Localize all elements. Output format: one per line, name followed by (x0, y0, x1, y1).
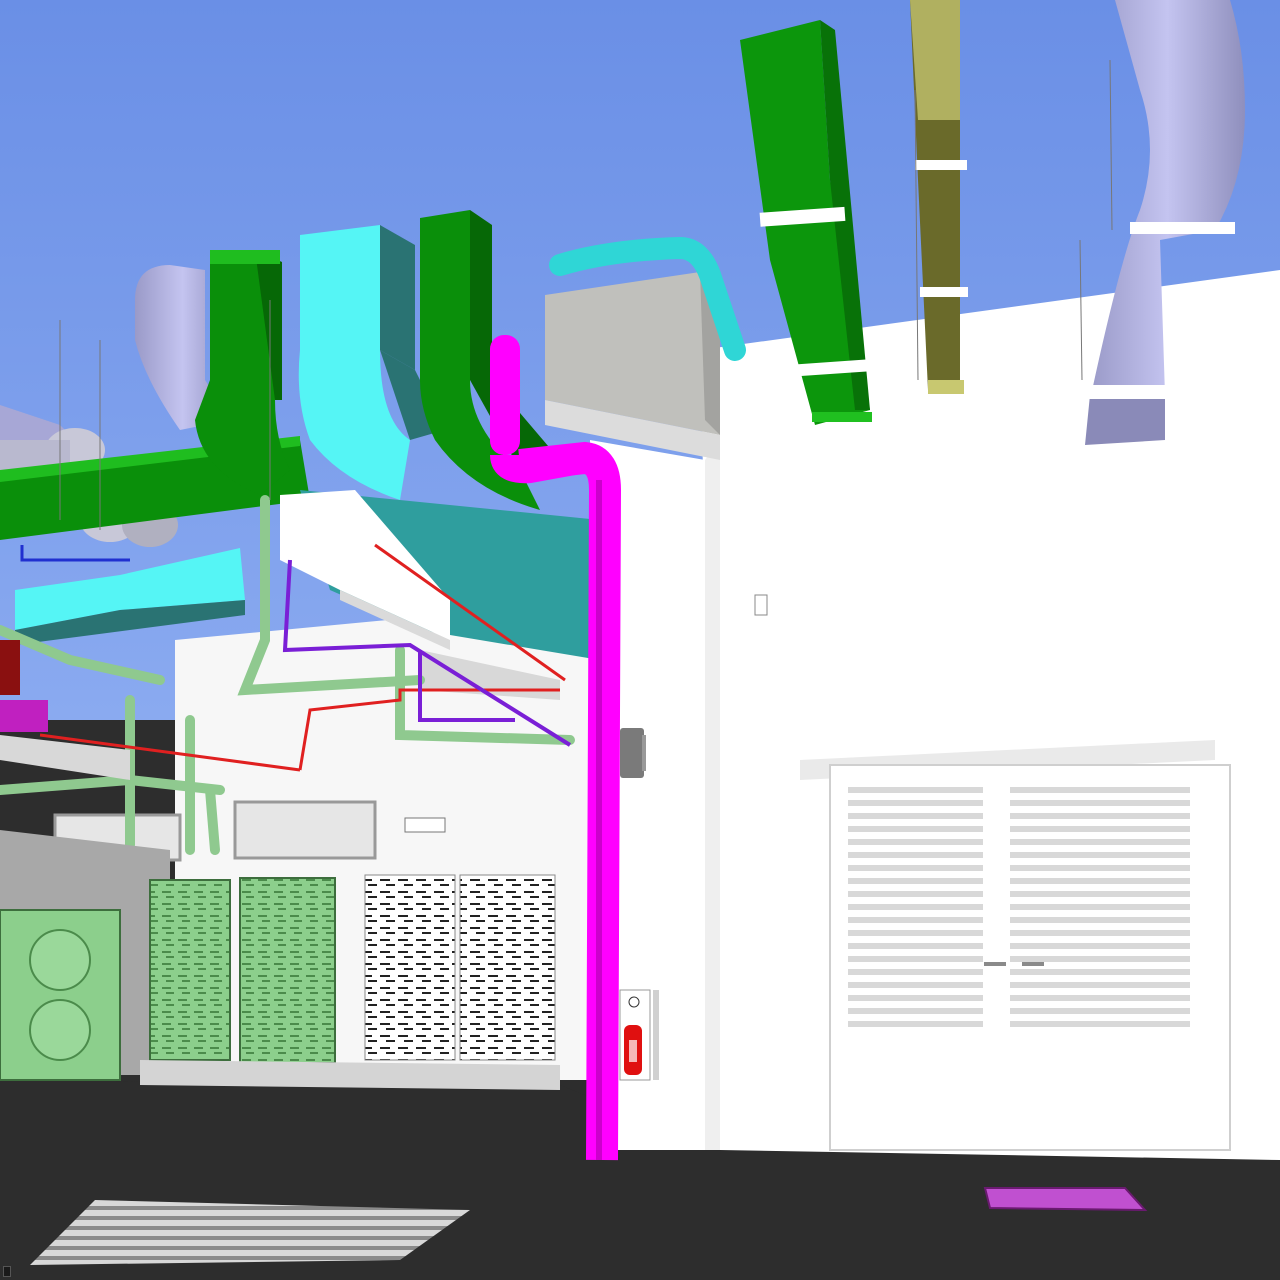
floor-drain-grate (30, 1200, 470, 1265)
wall-outlets (404, 817, 446, 833)
3d-viewport[interactable] (0, 0, 1280, 1280)
purple-equipment (0, 700, 48, 732)
wall-sign (754, 594, 768, 616)
red-equipment-box (0, 640, 20, 695)
wall-light[interactable] (620, 728, 644, 778)
louvered-double-door[interactable] (829, 764, 1231, 1151)
status-bar (3, 1266, 11, 1277)
purple-floor-grate (985, 1188, 1145, 1210)
equipment-pad (140, 1060, 560, 1090)
